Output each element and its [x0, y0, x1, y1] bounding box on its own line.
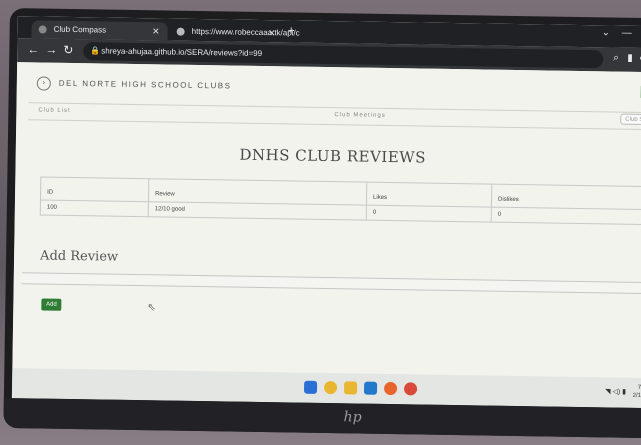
- network-volume-battery-icons[interactable]: ◥ ◁) ▮: [605, 387, 626, 395]
- postman-icon[interactable]: [383, 381, 398, 396]
- clock-time: 7:0: [637, 384, 641, 392]
- column-header-id: ID: [40, 177, 149, 202]
- tab-title: Club Compass: [53, 24, 107, 35]
- vscode-icon[interactable]: [363, 381, 378, 395]
- menu-toggle-icon[interactable]: ›: [36, 76, 51, 91]
- column-header-review: Review: [148, 178, 367, 206]
- screen: Club Compass ✕ https://www.robeccaaa.tk/…: [11, 16, 641, 409]
- web-page: › DEL NORTE HIGH SCHOOL CLUBS L Club Lis…: [12, 62, 641, 379]
- hp-logo-icon: hp: [343, 409, 362, 426]
- reviews-table: ID Review Likes Dislikes 100 12/10 good …: [40, 176, 641, 225]
- club-search-input[interactable]: Club S: [620, 113, 641, 126]
- nav-club-meetings[interactable]: Club Meetings: [334, 112, 385, 119]
- search-icon[interactable]: ⌕: [613, 52, 619, 63]
- add-button[interactable]: Add: [41, 298, 62, 311]
- close-tab-icon[interactable]: ✕: [152, 22, 160, 40]
- page-title: DNHS CLUB REVIEWS: [239, 145, 427, 167]
- cell-id: 100: [40, 200, 149, 217]
- nav-club-list[interactable]: Club List: [38, 107, 70, 114]
- back-arrow-icon[interactable]: ←: [27, 42, 39, 56]
- tab-club-compass[interactable]: Club Compass ✕: [31, 20, 168, 41]
- globe-icon: [176, 27, 185, 36]
- minimize-button[interactable]: —: [622, 28, 632, 39]
- sidebar-icon[interactable]: ▮: [627, 53, 633, 64]
- tab-api[interactable]: https://www.robeccaaa.tk/api/c ✕: [170, 23, 300, 43]
- new-tab-button[interactable]: +: [288, 23, 295, 37]
- column-header-dislikes: Dislikes: [491, 184, 641, 210]
- forward-arrow-icon[interactable]: →: [45, 43, 57, 57]
- tab-title: https://www.robeccaaa.tk/api/c: [191, 26, 300, 38]
- lock-icon: 🔒: [90, 46, 101, 56]
- column-header-likes: Likes: [366, 182, 492, 208]
- chrome-icon[interactable]: [323, 380, 338, 395]
- windows-icon[interactable]: [303, 380, 318, 394]
- site-title: DEL NORTE HIGH SCHOOL CLUBS: [58, 78, 232, 91]
- clock[interactable]: 7:0 2/16/: [633, 384, 641, 400]
- monitor: Club Compass ✕ https://www.robeccaaa.tk/…: [3, 8, 641, 439]
- add-review-heading: Add Review: [39, 248, 119, 265]
- close-tab-icon[interactable]: ✕: [268, 24, 276, 42]
- tab-search-button[interactable]: ⌄: [602, 27, 611, 38]
- chrome-icon[interactable]: [403, 382, 418, 396]
- clock-date: 2/16/: [632, 392, 641, 400]
- review-input[interactable]: [21, 272, 641, 295]
- cell-dislikes[interactable]: 0: [491, 207, 641, 225]
- cell-likes[interactable]: 0: [366, 205, 492, 223]
- address-text: shreya-ahujaa.github.io/SERA/reviews?id=…: [101, 46, 263, 58]
- mouse-cursor-icon: ⇖: [147, 302, 156, 314]
- favicon-icon: [38, 25, 47, 34]
- folder-icon[interactable]: [343, 381, 358, 395]
- cell-review: 12/10 good: [148, 201, 367, 221]
- reload-icon[interactable]: ↻: [63, 43, 73, 57]
